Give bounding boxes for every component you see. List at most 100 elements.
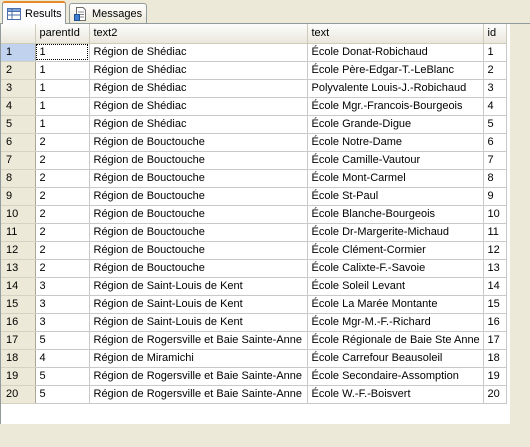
cell-parentId[interactable]: 2 xyxy=(35,259,90,278)
cell-text[interactable]: École Mont-Carmel xyxy=(307,169,484,188)
row-header[interactable]: 10 xyxy=(1,205,36,224)
cell-id[interactable]: 4 xyxy=(483,97,507,116)
cell-text[interactable]: École Carrefour Beausoleil xyxy=(307,349,484,368)
table-row[interactable]: 5 1 Région de Shédiac École Grande-Digue 5 xyxy=(1,115,507,134)
table-row[interactable]: 6 2 Région de Bouctouche École Notre-Dame 6 xyxy=(1,133,507,152)
table-row[interactable]: 4 1 Région de Shédiac École Mgr.-Francois-B… xyxy=(1,97,507,116)
cell-text[interactable]: École Dr-Margerite-Michaud xyxy=(307,223,484,242)
cell-parentId[interactable]: 2 xyxy=(35,187,90,206)
cell-text[interactable]: École W.-F.-Boisvert xyxy=(307,385,484,404)
row-header[interactable]: 1 xyxy=(1,43,36,62)
cell-text[interactable]: École Calixte-F.-Savoie xyxy=(307,259,484,278)
column-header-text2[interactable]: text2 xyxy=(89,24,308,44)
cell-text2[interactable]: Région de Shédiac xyxy=(89,115,308,134)
table-row[interactable]: 3 1 Région de Shédiac Polyvalente Louis-J.-… xyxy=(1,79,507,98)
row-header[interactable]: 7 xyxy=(1,151,36,170)
cell-text2[interactable]: Région de Bouctouche xyxy=(89,133,308,152)
cell-text[interactable]: École Clément-Cormier xyxy=(307,241,484,260)
cell-id[interactable]: 5 xyxy=(483,115,507,134)
cell-id[interactable]: 14 xyxy=(483,277,507,296)
cell-text[interactable]: École Soleil Levant xyxy=(307,277,484,296)
cell-parentId[interactable]: 2 xyxy=(35,133,90,152)
cell-parentId[interactable]: 2 xyxy=(35,223,90,242)
cell-text[interactable]: École Camille-Vautour xyxy=(307,151,484,170)
table-row[interactable]: 12 2 Région de Bouctouche École Clément-Cor… xyxy=(1,241,507,260)
tab-results[interactable]: Results xyxy=(2,1,66,24)
cell-id[interactable]: 16 xyxy=(483,313,507,332)
cell-text2[interactable]: Région de Rogersville et Baie Sainte-Ann… xyxy=(89,385,308,404)
cell-text2[interactable]: Région de Bouctouche xyxy=(89,241,308,260)
cell-id[interactable]: 10 xyxy=(483,205,507,224)
cell-parentId[interactable]: 2 xyxy=(35,241,90,260)
cell-text2[interactable]: Région de Saint-Louis de Kent xyxy=(89,277,308,296)
table-row[interactable]: 15 3 Région de Saint-Louis de Kent École La… xyxy=(1,295,507,314)
cell-text2[interactable]: Région de Shédiac xyxy=(89,79,308,98)
column-header-text[interactable]: text xyxy=(307,24,484,44)
row-header[interactable]: 19 xyxy=(1,367,36,386)
table-row[interactable]: 1 1 Région de Shédiac École Donat-Robichaud… xyxy=(1,43,507,62)
cell-parentId[interactable]: 5 xyxy=(35,385,90,404)
cell-text2[interactable]: Région de Shédiac xyxy=(89,43,308,62)
row-header[interactable]: 20 xyxy=(1,385,36,404)
cell-text2[interactable]: Région de Shédiac xyxy=(89,61,308,80)
cell-id[interactable]: 12 xyxy=(483,241,507,260)
cell-text[interactable]: École Donat-Robichaud xyxy=(307,43,484,62)
row-header[interactable]: 6 xyxy=(1,133,36,152)
cell-text[interactable]: École Grande-Digue xyxy=(307,115,484,134)
cell-id[interactable]: 3 xyxy=(483,79,507,98)
table-row[interactable]: 17 5 Région de Rogersville et Baie Sainte-… xyxy=(1,331,507,350)
cell-parentId[interactable]: 5 xyxy=(35,367,90,386)
cell-parentId[interactable]: 1 xyxy=(35,61,90,80)
cell-id[interactable]: 19 xyxy=(483,367,507,386)
table-row[interactable]: 14 3 Région de Saint-Louis de Kent École So… xyxy=(1,277,507,296)
cell-parentId[interactable]: 2 xyxy=(35,151,90,170)
cell-text2[interactable]: Région de Bouctouche xyxy=(89,259,308,278)
row-header[interactable]: 16 xyxy=(1,313,36,332)
tab-messages[interactable]: Messages xyxy=(69,3,147,23)
cell-text2[interactable]: Région de Bouctouche xyxy=(89,151,308,170)
cell-parentId[interactable]: 1 xyxy=(35,97,90,116)
cell-id[interactable]: 11 xyxy=(483,223,507,242)
cell-text[interactable]: École St-Paul xyxy=(307,187,484,206)
table-row[interactable]: 11 2 Région de Bouctouche École Dr-Margerit… xyxy=(1,223,507,242)
cell-text[interactable]: École Notre-Dame xyxy=(307,133,484,152)
cell-text[interactable]: École La Marée Montante xyxy=(307,295,484,314)
cell-text[interactable]: École Régionale de Baie Ste Anne xyxy=(307,331,484,350)
cell-parentId[interactable]: 3 xyxy=(35,295,90,314)
row-header[interactable]: 15 xyxy=(1,295,36,314)
table-row[interactable]: 18 4 Région de Miramichi École Carrefour Be… xyxy=(1,349,507,368)
cell-text[interactable]: École Père-Edgar-T.-LeBlanc xyxy=(307,61,484,80)
table-row[interactable]: 9 2 Région de Bouctouche École St-Paul 9 xyxy=(1,187,507,206)
cell-text[interactable]: École Mgr-M.-F.-Richard xyxy=(307,313,484,332)
cell-id[interactable]: 2 xyxy=(483,61,507,80)
cell-id[interactable]: 18 xyxy=(483,349,507,368)
row-header[interactable]: 17 xyxy=(1,331,36,350)
select-all-corner[interactable] xyxy=(1,24,36,44)
cell-id[interactable]: 15 xyxy=(483,295,507,314)
row-header[interactable]: 5 xyxy=(1,115,36,134)
row-header[interactable]: 2 xyxy=(1,61,36,80)
cell-text2[interactable]: Région de Saint-Louis de Kent xyxy=(89,313,308,332)
cell-parentId[interactable]: 5 xyxy=(35,331,90,350)
row-header[interactable]: 8 xyxy=(1,169,36,188)
table-row[interactable]: 2 1 Région de Shédiac École Père-Edgar-T.-L… xyxy=(1,61,507,80)
cell-id[interactable]: 6 xyxy=(483,133,507,152)
column-header-id[interactable]: id xyxy=(483,24,507,44)
cell-id[interactable]: 20 xyxy=(483,385,507,404)
column-header-parentId[interactable]: parentId xyxy=(35,24,90,44)
table-row[interactable]: 8 2 Région de Bouctouche École Mont-Carmel 8 xyxy=(1,169,507,188)
row-header[interactable]: 3 xyxy=(1,79,36,98)
cell-id[interactable]: 13 xyxy=(483,259,507,278)
cell-text2[interactable]: Région de Rogersville et Baie Sainte-Ann… xyxy=(89,331,308,350)
cell-text2[interactable]: Région de Bouctouche xyxy=(89,187,308,206)
cell-parentId[interactable]: 1 xyxy=(35,43,90,62)
row-header[interactable]: 18 xyxy=(1,349,36,368)
table-row[interactable]: 19 5 Région de Rogersville et Baie Sainte-… xyxy=(1,367,507,386)
table-row[interactable]: 20 5 Région de Rogersville et Baie Sainte-… xyxy=(1,385,507,404)
cell-text2[interactable]: Région de Rogersville et Baie Sainte-Ann… xyxy=(89,367,308,386)
cell-text2[interactable]: Région de Miramichi xyxy=(89,349,308,368)
table-row[interactable]: 16 3 Région de Saint-Louis de Kent École Mg… xyxy=(1,313,507,332)
cell-id[interactable]: 8 xyxy=(483,169,507,188)
cell-text[interactable]: École Secondaire-Assomption xyxy=(307,367,484,386)
cell-id[interactable]: 17 xyxy=(483,331,507,350)
